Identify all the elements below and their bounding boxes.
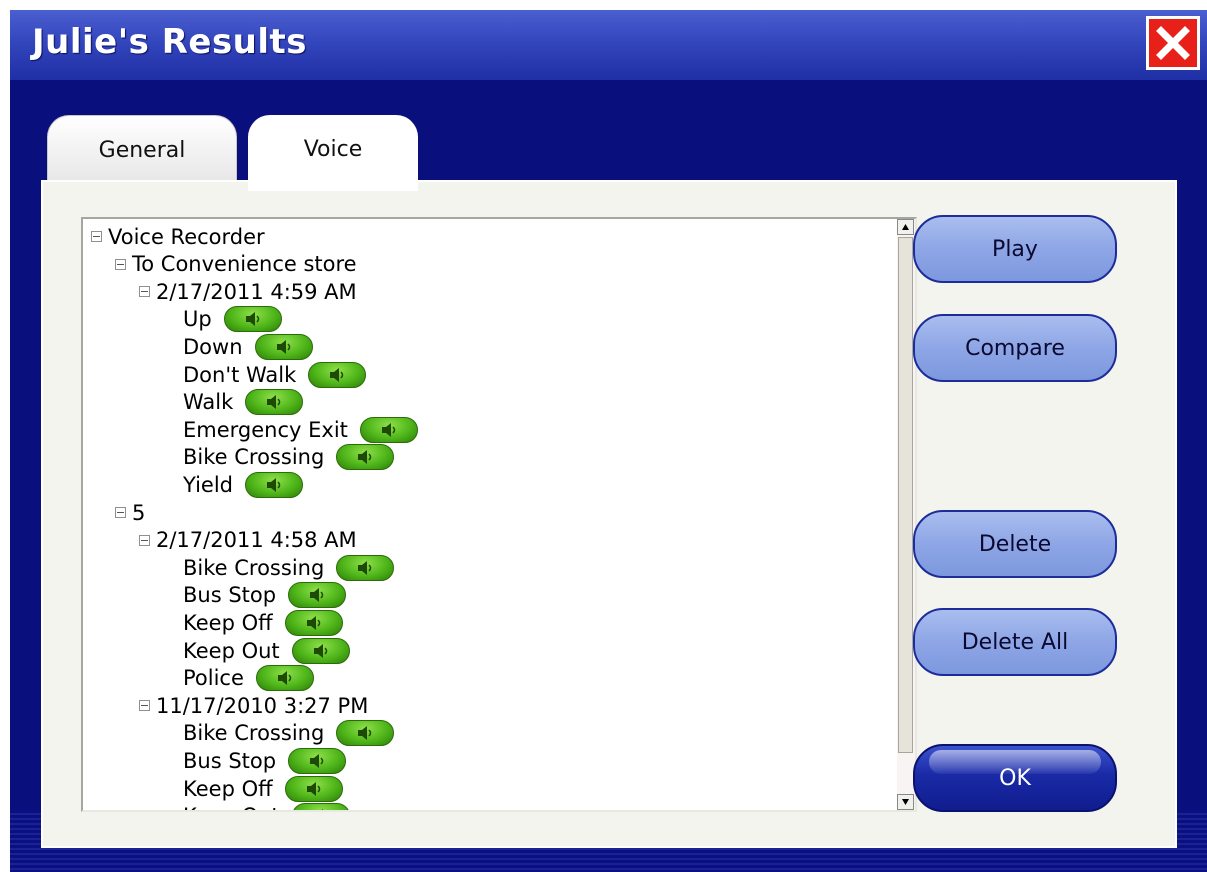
tab-voice[interactable]: Voice xyxy=(248,115,418,191)
arrow-up-icon xyxy=(902,224,909,230)
close-button[interactable] xyxy=(1146,16,1200,70)
title-bar: Julie's Results xyxy=(10,10,1207,80)
delete-all-button-label: Delete All xyxy=(961,629,1069,655)
recording-item-label: Bus Stop xyxy=(183,583,277,608)
delete-all-button[interactable]: Delete All xyxy=(913,608,1117,676)
recording-item-label: Don't Walk xyxy=(183,362,297,387)
recording-item-label: Keep Off xyxy=(183,610,273,635)
voice-recordings-tree[interactable]: Voice Recorder To Convenience store 2/17/2… xyxy=(81,217,917,812)
play-button[interactable]: Play xyxy=(913,215,1117,283)
speaker-icon[interactable] xyxy=(223,306,282,333)
ok-button-label: OK xyxy=(999,765,1031,791)
speaker-icon[interactable] xyxy=(336,554,395,581)
speaker-icon[interactable] xyxy=(291,803,350,810)
recording-item[interactable]: Bike Crossing xyxy=(183,720,395,747)
window-title: Julie's Results xyxy=(32,22,308,62)
collapse-toggle-icon[interactable] xyxy=(115,507,126,518)
recording-item[interactable]: Walk xyxy=(183,389,304,416)
tree-node-session-label: 2/17/2011 4:59 AM xyxy=(156,279,357,304)
recording-item[interactable]: Keep Off xyxy=(183,609,343,636)
recording-item[interactable]: Police xyxy=(183,665,314,692)
play-button-label: Play xyxy=(992,236,1038,262)
tree-node-session-label: 11/17/2010 3:27 PM xyxy=(156,693,369,718)
recording-item-label: Police xyxy=(183,666,244,691)
recording-item-label: Bike Crossing xyxy=(183,721,325,746)
delete-button[interactable]: Delete xyxy=(913,510,1117,578)
recording-item[interactable]: Bus Stop xyxy=(183,582,347,609)
tree-node-session[interactable]: 2/17/2011 4:58 AM xyxy=(139,527,357,554)
compare-button[interactable]: Compare xyxy=(913,314,1117,382)
recording-item-label: Bus Stop xyxy=(183,748,277,773)
tree-node-session[interactable]: 11/17/2010 3:27 PM xyxy=(139,692,368,719)
recording-item-label: Up xyxy=(183,307,212,332)
recording-item-label: Bike Crossing xyxy=(183,445,325,470)
voice-tab-panel: Voice Recorder To Convenience store 2/17/2… xyxy=(41,180,1177,848)
recording-item-label: Bike Crossing xyxy=(183,555,325,580)
speaker-icon[interactable] xyxy=(245,471,303,498)
speaker-icon[interactable] xyxy=(359,416,418,443)
recording-item[interactable]: Keep Off xyxy=(183,775,343,802)
speaker-icon[interactable] xyxy=(255,665,314,692)
tree-node-group[interactable]: 5 xyxy=(115,499,145,526)
speaker-icon[interactable] xyxy=(288,582,347,609)
results-window: Julie's Results General Voice Voice Reco… xyxy=(10,10,1207,872)
recording-item-label: Walk xyxy=(183,390,234,415)
delete-button-label: Delete xyxy=(978,531,1052,557)
speaker-icon[interactable] xyxy=(336,720,395,747)
ok-button[interactable]: OK xyxy=(913,744,1117,812)
tree-node-group-label: To Convenience store xyxy=(132,252,357,277)
tree-scrollbar[interactable] xyxy=(897,219,915,810)
recording-item-label: Yield xyxy=(183,472,233,497)
recording-item[interactable]: Yield xyxy=(183,471,303,498)
speaker-icon[interactable] xyxy=(308,361,367,388)
scroll-down-button[interactable] xyxy=(897,794,914,810)
recording-item[interactable]: Keep Out xyxy=(183,637,350,664)
recording-item[interactable]: Bus Stop xyxy=(183,747,347,774)
recording-item-label: Down xyxy=(183,334,243,359)
recording-item-label: Emergency Exit xyxy=(183,417,348,442)
recording-item-label: Keep Out xyxy=(183,638,280,663)
recording-item[interactable]: Don't Walk xyxy=(183,361,367,388)
recording-item[interactable]: Bike Crossing xyxy=(183,444,395,471)
recording-item-label: Keep Off xyxy=(183,776,273,801)
collapse-toggle-icon[interactable] xyxy=(139,286,150,298)
collapse-toggle-icon[interactable] xyxy=(91,231,102,242)
collapse-toggle-icon[interactable] xyxy=(115,258,126,270)
tree-content: Voice Recorder To Convenience store 2/17/2… xyxy=(83,219,897,810)
recording-item-label: Keep Out xyxy=(183,804,280,810)
tree-node-session-label: 2/17/2011 4:58 AM xyxy=(156,528,357,553)
recording-item[interactable]: Down xyxy=(183,333,313,360)
tree-node-group[interactable]: To Convenience store xyxy=(115,251,357,278)
compare-button-label: Compare xyxy=(965,335,1065,361)
arrow-down-icon xyxy=(902,799,909,805)
speaker-icon[interactable] xyxy=(284,609,343,636)
speaker-icon[interactable] xyxy=(254,333,313,360)
collapse-toggle-icon[interactable] xyxy=(139,534,150,546)
recording-item[interactable]: Keep Out xyxy=(183,803,350,810)
speaker-icon[interactable] xyxy=(291,637,350,664)
close-icon xyxy=(1156,26,1190,60)
scroll-thumb[interactable] xyxy=(898,237,913,753)
tab-voice-label: Voice xyxy=(303,137,363,162)
scroll-up-button[interactable] xyxy=(897,219,914,235)
recording-item[interactable]: Bike Crossing xyxy=(183,554,395,581)
speaker-icon[interactable] xyxy=(336,444,395,471)
tab-general[interactable]: General xyxy=(47,115,237,185)
speaker-icon[interactable] xyxy=(245,389,304,416)
tree-node-session[interactable]: 2/17/2011 4:59 AM xyxy=(139,278,357,305)
speaker-icon[interactable] xyxy=(288,747,347,774)
collapse-toggle-icon[interactable] xyxy=(139,700,150,712)
recording-item[interactable]: Emergency Exit xyxy=(183,416,418,443)
tab-general-label: General xyxy=(98,138,186,163)
speaker-icon[interactable] xyxy=(284,775,343,802)
tree-node-root-label: Voice Recorder xyxy=(108,224,265,249)
tree-node-group-label: 5 xyxy=(132,500,146,525)
recording-item[interactable]: Up xyxy=(183,306,282,333)
tree-node-root[interactable]: Voice Recorder xyxy=(91,223,265,250)
